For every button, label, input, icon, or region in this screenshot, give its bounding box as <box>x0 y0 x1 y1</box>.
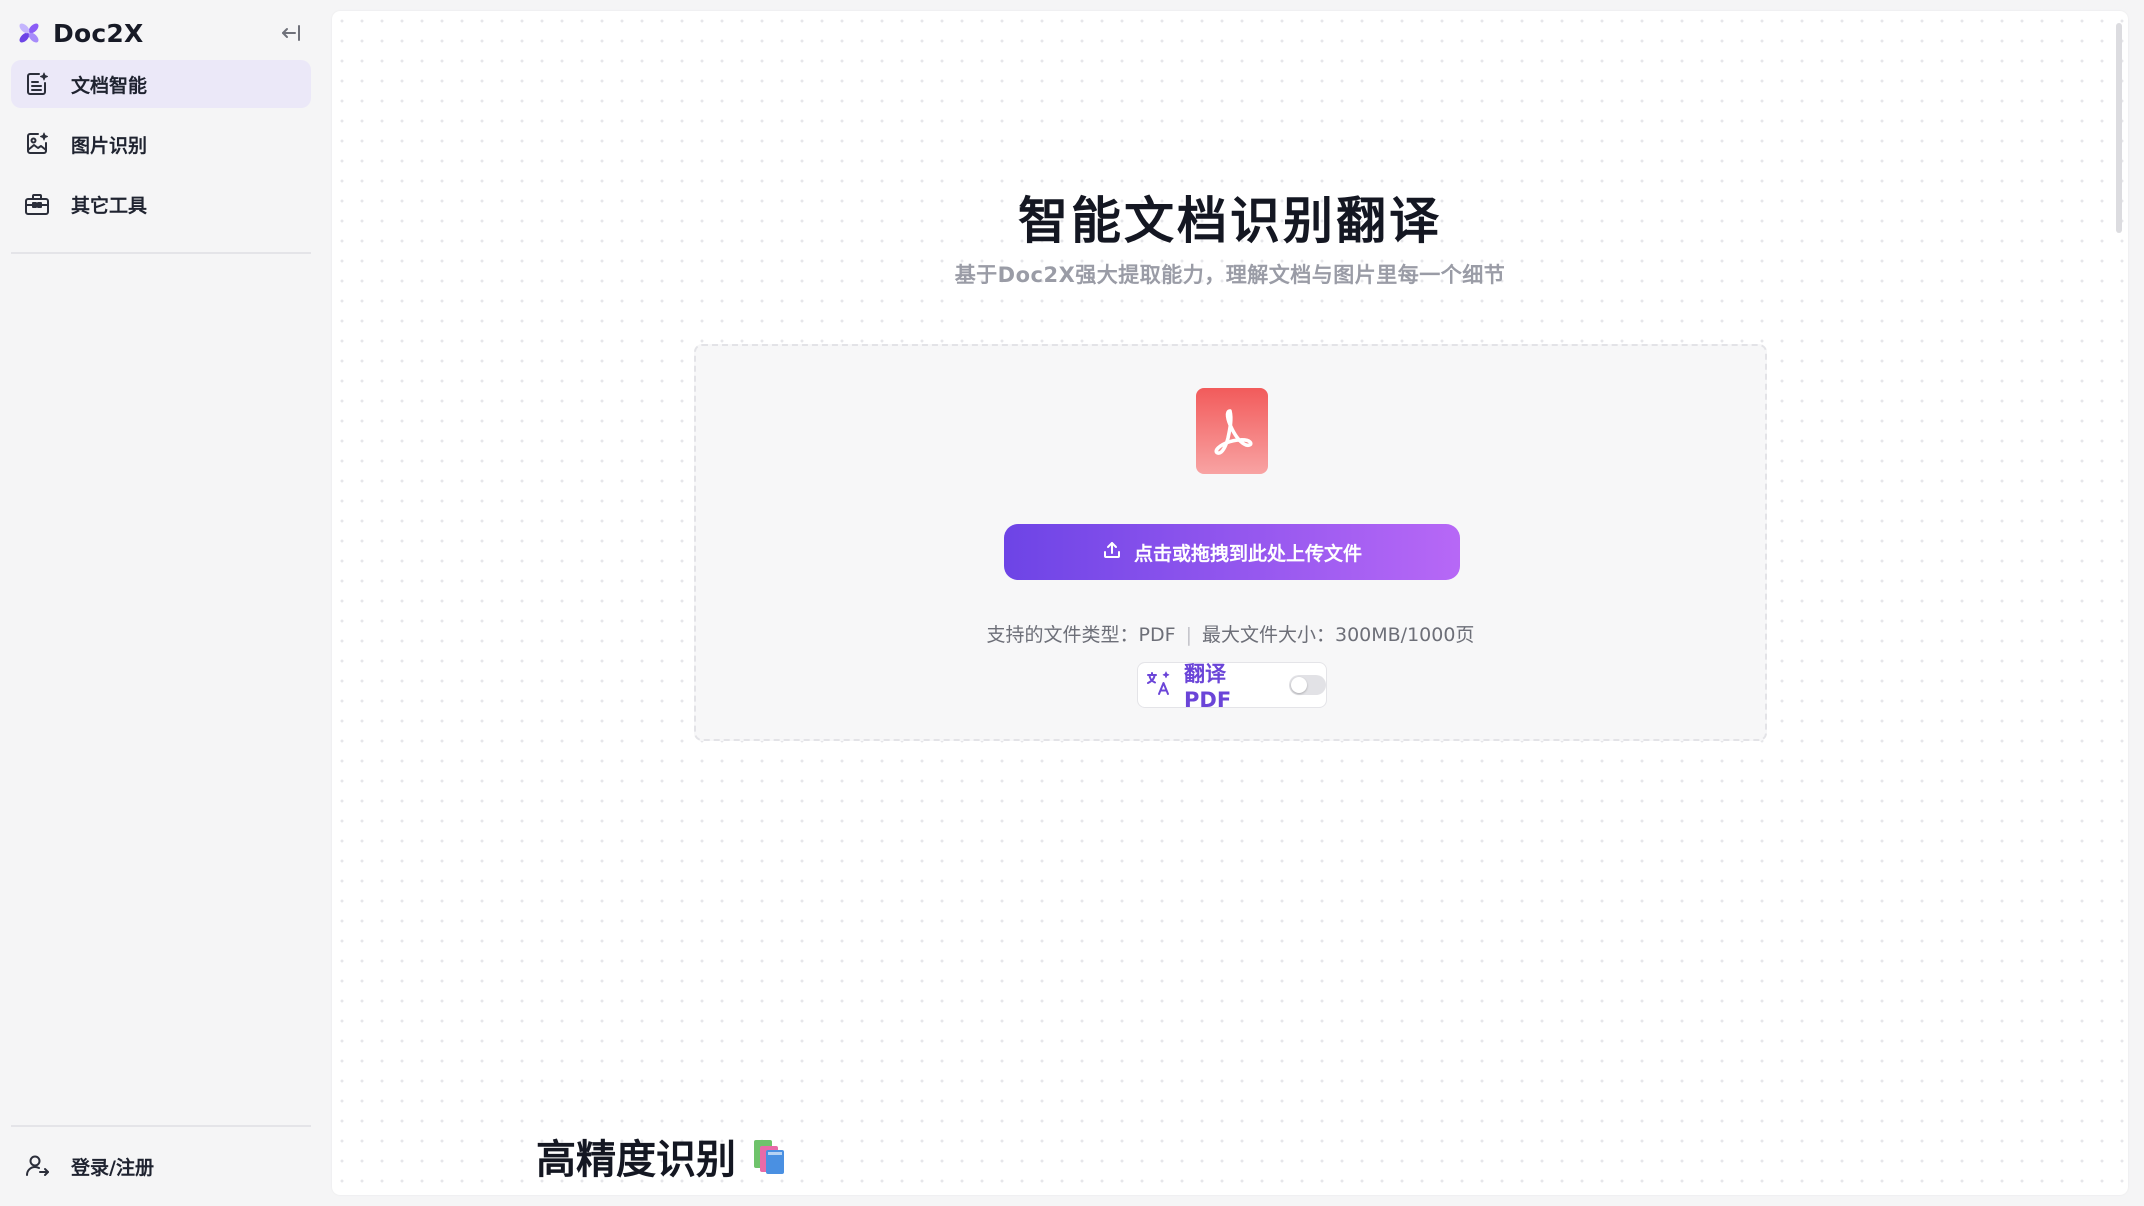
sidebar-item-label: 其它工具 <box>71 194 148 217</box>
main-panel: 智能文档识别翻译 基于Doc2X强大提取能力，理解文档与图片里每一个细节 点击或… <box>332 11 2128 1195</box>
login-register-link[interactable]: 登录/注册 <box>11 1146 311 1186</box>
sidebar: Doc2X 文档智能 图片识别 其它工具 登录/注册 <box>0 0 322 1206</box>
page-title: 智能文档识别翻译 <box>1018 192 1442 250</box>
sidebar-nav: 文档智能 图片识别 其它工具 <box>11 60 311 240</box>
sidebar-divider <box>11 252 311 254</box>
page-subtitle: 基于Doc2X强大提取能力，理解文档与图片里每一个细节 <box>954 263 1506 287</box>
upload-button[interactable]: 点击或拖拽到此处上传文件 <box>1004 524 1460 580</box>
sidebar-divider <box>11 1125 311 1127</box>
max-size-text: 最大文件大小：300MB/1000页 <box>1201 624 1475 646</box>
info-separator: | <box>1185 624 1192 646</box>
sidebar-item-label: 文档智能 <box>71 74 148 97</box>
toolbox-icon <box>23 190 51 218</box>
books-icon <box>750 1136 794 1176</box>
user-login-icon <box>23 1152 51 1180</box>
translate-label: 翻译 PDF <box>1184 662 1232 712</box>
upload-icon <box>1102 540 1122 564</box>
section-title-text: 高精度识别 <box>536 1137 736 1183</box>
translate-icon <box>1146 670 1172 700</box>
image-recognition-icon <box>23 130 51 158</box>
scrollbar[interactable] <box>2116 23 2122 233</box>
upload-dropzone[interactable]: 点击或拖拽到此处上传文件 支持的文件类型：PDF | 最大文件大小：300MB/10… <box>694 344 1767 741</box>
sidebar-item-document-ai[interactable]: 文档智能 <box>11 60 311 108</box>
translate-switch[interactable] <box>1288 675 1326 695</box>
doc2x-logo-icon <box>16 20 42 46</box>
document-ai-icon <box>23 70 51 98</box>
sidebar-item-label: 图片识别 <box>71 134 148 157</box>
translate-pdf-toggle[interactable]: 翻译 PDF <box>1137 662 1327 712</box>
supported-types-text: 支持的文件类型：PDF <box>986 624 1176 646</box>
section-heading: 高精度识别 <box>536 1127 794 1185</box>
pdf-file-icon <box>1196 388 1268 474</box>
login-label: 登录/注册 <box>71 1156 154 1179</box>
sidebar-item-image-recognition[interactable]: 图片识别 <box>11 120 311 168</box>
file-constraints: 支持的文件类型：PDF | 最大文件大小：300MB/1000页 <box>696 620 1765 647</box>
brand: Doc2X <box>16 14 306 52</box>
sidebar-item-other-tools[interactable]: 其它工具 <box>11 180 311 228</box>
collapse-left-icon[interactable] <box>276 18 306 48</box>
app-name: Doc2X <box>53 18 144 48</box>
upload-button-label: 点击或拖拽到此处上传文件 <box>1133 542 1362 565</box>
